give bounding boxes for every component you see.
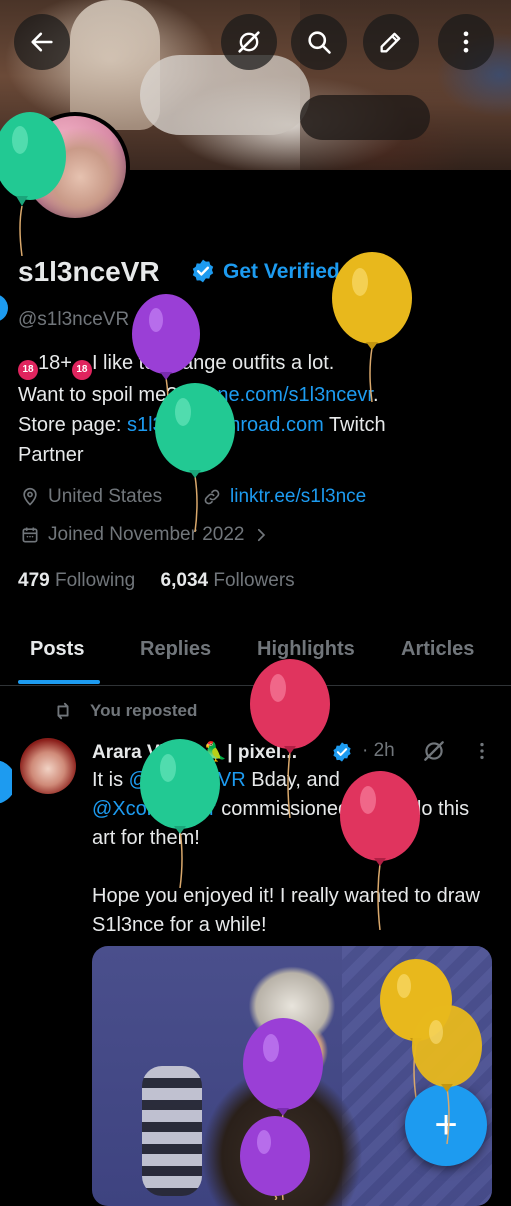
repost-label: You reposted (90, 701, 198, 720)
profile-joined[interactable]: Joined November 2022 (20, 524, 278, 546)
tab-posts[interactable]: Posts (30, 638, 84, 661)
location-text: United States (48, 486, 163, 507)
website-link[interactable]: linktr.ee/s1l3nce (230, 486, 366, 508)
verified-badge-icon[interactable] (190, 258, 216, 284)
balloon-green-icon (0, 112, 66, 256)
media-sleeve (142, 1066, 202, 1196)
bio-line3-end: Twitch (323, 414, 386, 436)
bio-line4: Partner (18, 444, 84, 466)
location-pin-icon (23, 487, 37, 506)
more-button[interactable] (438, 14, 494, 70)
get-verified-link[interactable]: Get Verified (223, 260, 340, 284)
back-button[interactable] (14, 14, 70, 70)
post-text-1: It is (92, 769, 129, 791)
profile-bio: 18 18+ 18 I like to change outfits a lot. W… (18, 348, 498, 470)
balloon-red-icon (340, 771, 420, 930)
repost-indicator: You reposted (52, 700, 197, 722)
bio-age-text: 18+ (38, 352, 72, 374)
edge-blue-icon (0, 295, 8, 321)
edit-profile-button[interactable] (363, 14, 419, 70)
active-tab-indicator (18, 680, 100, 684)
age-18-icon: 18 (71, 360, 92, 380)
grok-icon[interactable] (421, 738, 447, 764)
balloon-red-icon (250, 659, 330, 818)
balloon-yellow-icon (332, 252, 412, 402)
back-arrow-icon (31, 32, 53, 52)
post-author-avatar[interactable] (20, 738, 76, 794)
banner-leg (300, 95, 430, 140)
follow-stats: 479 Following 6,034 Followers (18, 570, 295, 592)
followers-count: 6,034 (160, 570, 209, 591)
balloon-green-icon (140, 739, 220, 888)
profile-handle: @s1l3nceVR (18, 309, 130, 330)
verified-badge-icon (333, 742, 351, 762)
age-18-icon: 18 (18, 360, 38, 380)
following-count: 479 (18, 570, 50, 591)
edit-icon (380, 32, 401, 53)
calendar-icon (22, 527, 38, 543)
tab-articles[interactable]: Articles (401, 638, 474, 661)
following-link[interactable]: 479 Following (18, 570, 135, 591)
repost-icon (57, 702, 69, 720)
edge-blue-icon (0, 760, 12, 804)
balloon-purple-icon (240, 1116, 310, 1200)
search-button[interactable] (291, 14, 347, 70)
banner-torso (140, 55, 310, 135)
more-vertical-icon (463, 31, 469, 53)
followers-label: Followers (213, 570, 295, 591)
grok-button[interactable] (221, 14, 277, 70)
profile-name: s1l3nceVR (18, 256, 160, 287)
bio-line3: Store page: (18, 414, 127, 436)
followers-link[interactable]: 6,034 Followers (161, 570, 295, 591)
balloon-green-icon (155, 383, 235, 532)
post-time: · 2h (362, 740, 395, 761)
search-icon (308, 31, 331, 54)
profile-location: United States (20, 486, 162, 508)
tab-replies[interactable]: Replies (140, 638, 211, 661)
chevron-right-icon (258, 528, 266, 542)
more-vertical-icon[interactable] (471, 740, 493, 762)
balloon-yellow-icon (412, 1005, 482, 1144)
following-label: Following (54, 570, 136, 591)
grok-icon (238, 31, 260, 53)
